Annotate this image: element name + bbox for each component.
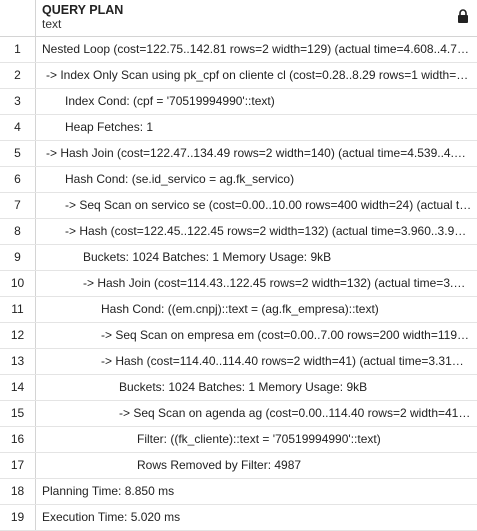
query-plan-cell[interactable]: Heap Fetches: 1 — [36, 115, 477, 140]
table-row[interactable]: 18 Planning Time: 8.850 ms — [0, 479, 477, 505]
query-plan-cell[interactable]: -> Hash (cost=122.45..122.45 rows=2 widt… — [36, 219, 477, 244]
query-plan-cell[interactable]: Execution Time: 5.020 ms — [36, 505, 477, 530]
query-plan-cell[interactable]: -> Index Only Scan using pk_cpf on clien… — [36, 63, 477, 88]
row-number: 5 — [0, 141, 36, 166]
row-number: 12 — [0, 323, 36, 348]
table-row[interactable]: 12 -> Seq Scan on empresa em (cost=0.00..… — [0, 323, 477, 349]
row-number: 1 — [0, 37, 36, 62]
table-row[interactable]: 17 Rows Removed by Filter: 4987 — [0, 453, 477, 479]
row-number: 11 — [0, 297, 36, 322]
table-row[interactable]: 8 -> Hash (cost=122.45..122.45 rows=2 wid… — [0, 219, 477, 245]
table-row[interactable]: 14 Buckets: 1024 Batches: 1 Memory Usage:… — [0, 375, 477, 401]
row-number: 19 — [0, 505, 36, 530]
table-row[interactable]: 2 -> Index Only Scan using pk_cpf on clie… — [0, 63, 477, 89]
table-row[interactable]: 13 -> Hash (cost=114.40..114.40 rows=2 wi… — [0, 349, 477, 375]
query-plan-cell[interactable]: -> Seq Scan on agenda ag (cost=0.00..114… — [36, 401, 477, 426]
row-number: 15 — [0, 401, 36, 426]
row-number: 18 — [0, 479, 36, 504]
row-number: 17 — [0, 453, 36, 478]
row-number: 6 — [0, 167, 36, 192]
query-plan-cell[interactable]: Planning Time: 8.850 ms — [36, 479, 477, 504]
query-plan-cell[interactable]: Filter: ((fk_cliente)::text = '705199949… — [36, 427, 477, 452]
query-plan-cell[interactable]: -> Seq Scan on servico se (cost=0.00..10… — [36, 193, 477, 218]
query-plan-cell[interactable]: -> Hash Join (cost=114.43..122.45 rows=2… — [36, 271, 477, 296]
row-number: 4 — [0, 115, 36, 140]
query-plan-cell[interactable]: Rows Removed by Filter: 4987 — [36, 453, 477, 478]
row-number: 3 — [0, 89, 36, 114]
row-number-header — [0, 0, 36, 36]
row-number: 16 — [0, 427, 36, 452]
query-plan-cell[interactable]: Buckets: 1024 Batches: 1 Memory Usage: 9… — [36, 245, 477, 270]
row-number: 10 — [0, 271, 36, 296]
query-plan-cell[interactable]: -> Seq Scan on empresa em (cost=0.00..7.… — [36, 323, 477, 348]
query-plan-cell[interactable]: -> Hash Join (cost=122.47..134.49 rows=2… — [36, 141, 477, 166]
table-row[interactable]: 7 -> Seq Scan on servico se (cost=0.00..1… — [0, 193, 477, 219]
query-plan-cell[interactable]: Hash Cond: ((em.cnpj)::text = (ag.fk_emp… — [36, 297, 477, 322]
table-row[interactable]: 10 -> Hash Join (cost=114.43..122.45 rows… — [0, 271, 477, 297]
table-row[interactable]: 19 Execution Time: 5.020 ms — [0, 505, 477, 531]
column-type: text — [42, 17, 62, 31]
row-number: 8 — [0, 219, 36, 244]
table-row[interactable]: 11 Hash Cond: ((em.cnpj)::text = (ag.fk_e… — [0, 297, 477, 323]
lock-icon — [458, 9, 468, 23]
table-row[interactable]: 6 Hash Cond: (se.id_servico = ag.fk_servi… — [0, 167, 477, 193]
table-row[interactable]: 15 -> Seq Scan on agenda ag (cost=0.00..1… — [0, 401, 477, 427]
grid-body: 1 Nested Loop (cost=122.75..142.81 rows=2… — [0, 37, 477, 531]
query-plan-cell[interactable]: Index Cond: (cpf = '70519994990'::text) — [36, 89, 477, 114]
query-plan-cell[interactable]: -> Hash (cost=114.40..114.40 rows=2 widt… — [36, 349, 477, 374]
table-row[interactable]: 4 Heap Fetches: 1 — [0, 115, 477, 141]
query-plan-grid: QUERY PLAN text 1 Nested Loop (cost=122.7… — [0, 0, 477, 531]
table-row[interactable]: 16 Filter: ((fk_cliente)::text = '7051999… — [0, 427, 477, 453]
column-header[interactable]: QUERY PLAN text — [36, 0, 123, 36]
row-number: 14 — [0, 375, 36, 400]
grid-header: QUERY PLAN text — [0, 0, 477, 37]
column-name: QUERY PLAN — [42, 3, 124, 17]
query-plan-cell[interactable]: Hash Cond: (se.id_servico = ag.fk_servic… — [36, 167, 477, 192]
row-number: 7 — [0, 193, 36, 218]
table-row[interactable]: 3 Index Cond: (cpf = '70519994990'::text) — [0, 89, 477, 115]
table-row[interactable]: 9 Buckets: 1024 Batches: 1 Memory Usage: … — [0, 245, 477, 271]
table-row[interactable]: 1 Nested Loop (cost=122.75..142.81 rows=2… — [0, 37, 477, 63]
row-number: 9 — [0, 245, 36, 270]
table-row[interactable]: 5 -> Hash Join (cost=122.47..134.49 rows=… — [0, 141, 477, 167]
row-number: 2 — [0, 63, 36, 88]
row-number: 13 — [0, 349, 36, 374]
query-plan-cell[interactable]: Nested Loop (cost=122.75..142.81 rows=2 … — [36, 37, 477, 62]
query-plan-cell[interactable]: Buckets: 1024 Batches: 1 Memory Usage: 9… — [36, 375, 477, 400]
